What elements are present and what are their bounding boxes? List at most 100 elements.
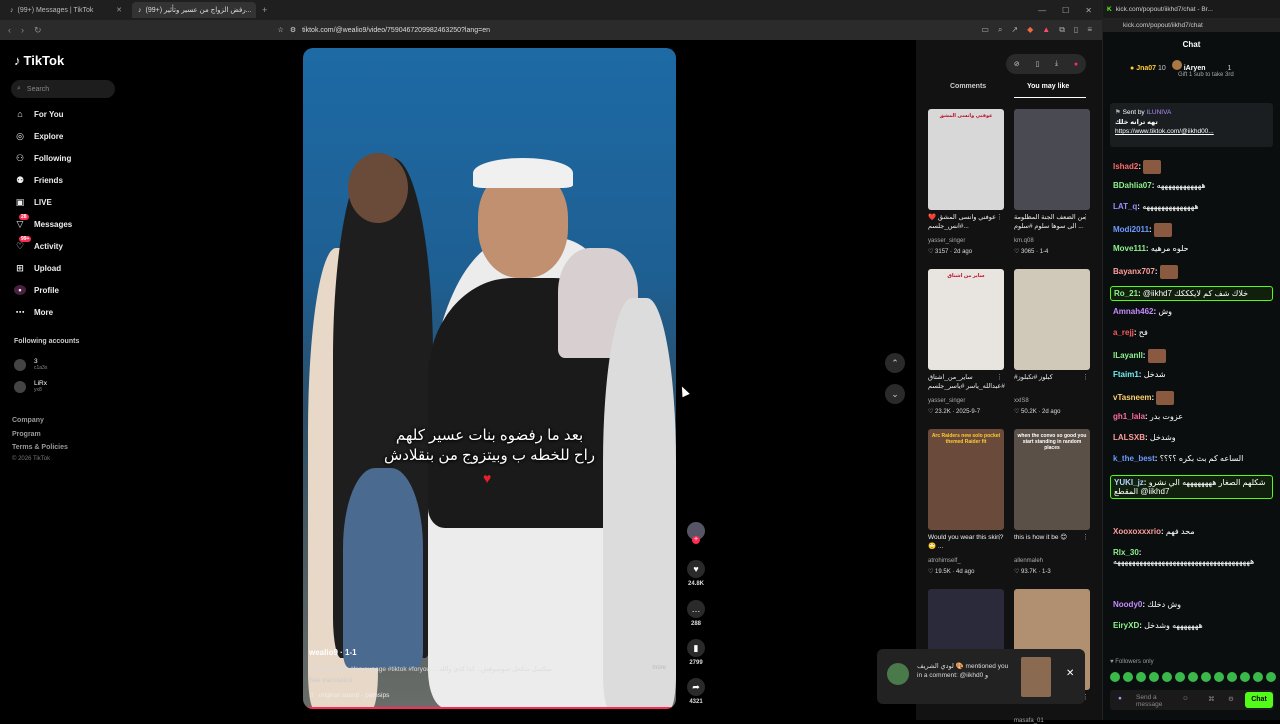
- pinned-message[interactable]: ⚑ Sent by ILUNIVA تهه ترانه خلك https://…: [1110, 103, 1273, 147]
- nav-messages[interactable]: ▽28Messages: [14, 219, 72, 230]
- video-thumbnail[interactable]: [1014, 109, 1090, 210]
- chat-username[interactable]: LALSXB: [1113, 433, 1145, 442]
- chat-message[interactable]: lshad2:: [1113, 160, 1161, 174]
- emote-icon[interactable]: [1227, 672, 1237, 682]
- nav-activity[interactable]: ♡99+Activity: [14, 241, 63, 252]
- nav-more[interactable]: ⋯More: [14, 307, 53, 318]
- emoji-icon[interactable]: ☺: [1182, 695, 1189, 702]
- following-account[interactable]: LiRxyx8: [14, 380, 47, 393]
- tab-comments[interactable]: Comments: [950, 83, 986, 90]
- video-thumbnail[interactable]: عوفني وانسى المشق: [928, 109, 1004, 210]
- video-author[interactable]: masafa_01: [1014, 718, 1044, 724]
- chat-username[interactable]: gh1_lala: [1113, 412, 1145, 421]
- sidebar-toggle-icon[interactable]: ▯: [1074, 25, 1078, 35]
- url-text[interactable]: tiktok.com/@wealio9/video/75904672099824…: [302, 27, 490, 34]
- video-sound[interactable]: ♫original sound - pamsips: [309, 692, 389, 699]
- forward-icon[interactable]: ›: [21, 25, 24, 36]
- minimize-icon[interactable]: —: [1038, 6, 1046, 15]
- nav-profile[interactable]: •Profile: [14, 285, 59, 295]
- emote-icon[interactable]: [1214, 672, 1224, 682]
- more-options-icon[interactable]: ⋮: [996, 533, 1003, 541]
- chat-username[interactable]: Modi2011: [1113, 225, 1149, 234]
- following-account[interactable]: 3c1a3s: [14, 358, 47, 371]
- browser-tab-messages[interactable]: ♪ (99+) Messages | TikTok ✕: [4, 2, 128, 18]
- chat-message[interactable]: Amnah462: وش: [1113, 307, 1172, 316]
- back-icon[interactable]: ‹: [8, 25, 11, 36]
- nav-for-you[interactable]: ⌂For You: [14, 109, 63, 119]
- chat-username[interactable]: Move111: [1113, 244, 1146, 253]
- chat-username[interactable]: LAT_q: [1113, 202, 1137, 211]
- chat-username[interactable]: Xooxoxxxrio: [1113, 527, 1161, 536]
- brave-rewards-icon[interactable]: ▲: [1042, 25, 1050, 35]
- chat-message[interactable]: EiryXD: هههههههه وشدخل: [1113, 621, 1203, 630]
- creator-avatar-button[interactable]: +: [683, 522, 709, 544]
- comment-button[interactable]: …288: [683, 600, 709, 627]
- video-player[interactable]: بعد ما رفضوه بنات عسير كلهم راح للخطه ب …: [303, 48, 676, 709]
- emote-icon[interactable]: [1162, 672, 1172, 682]
- emote-icon[interactable]: [1201, 672, 1211, 682]
- brave-shield-icon[interactable]: ◆: [1027, 25, 1033, 35]
- more-options-icon[interactable]: ⋮: [1082, 213, 1089, 221]
- search-input[interactable]: ⌕ Search: [11, 80, 115, 98]
- emote-icon[interactable]: [1188, 672, 1198, 682]
- close-window-icon[interactable]: ✕: [1085, 6, 1092, 15]
- chat-username[interactable]: YUKI_jz: [1114, 478, 1144, 487]
- chat-username[interactable]: k_the_best: [1113, 454, 1155, 463]
- chat-username[interactable]: lshad2: [1113, 162, 1138, 171]
- chat-message[interactable]: lLayanll:: [1113, 349, 1166, 363]
- tiktok-logo[interactable]: ♪ TikTok: [14, 53, 64, 68]
- emote-icon[interactable]: [1110, 672, 1120, 682]
- like-button[interactable]: ♥24.8K: [683, 560, 709, 587]
- more-link[interactable]: more: [652, 665, 666, 671]
- emote-icon[interactable]: [1240, 672, 1250, 682]
- chat-username[interactable]: EiryXD: [1113, 621, 1139, 630]
- zoom-icon[interactable]: ⌕: [998, 25, 1002, 35]
- download-icon[interactable]: ⤓: [1055, 60, 1058, 68]
- video-thumbnail[interactable]: [1014, 269, 1090, 370]
- footer-program[interactable]: Program: [12, 431, 41, 438]
- more-options-icon[interactable]: ⋮: [996, 373, 1003, 381]
- emote-icon[interactable]: [1266, 672, 1276, 682]
- chat-username[interactable]: Rlx_30: [1113, 548, 1139, 557]
- nav-live[interactable]: ▣LIVE: [14, 197, 52, 208]
- video-progress-bar[interactable]: [303, 707, 676, 709]
- chat-username[interactable]: lLayanll: [1113, 351, 1143, 360]
- chat-message[interactable]: Move111: حلوه مرهيه: [1113, 244, 1189, 253]
- share-page-icon[interactable]: ↗: [1011, 25, 1018, 35]
- nav-friends[interactable]: ⚉Friends: [14, 175, 63, 186]
- chat-message[interactable]: BDahlia07: ههههههههههههه: [1113, 181, 1206, 190]
- settings-icon[interactable]: ⚙: [1228, 695, 1234, 703]
- save-button[interactable]: ▮2799: [683, 639, 709, 666]
- chat-message[interactable]: YUKI_jz: شكلهم الصغار ههههههههه الي نشرو…: [1110, 475, 1273, 499]
- share-button[interactable]: ➦4321: [683, 678, 709, 705]
- menu-icon[interactable]: ≡: [1087, 25, 1092, 35]
- pinned-user[interactable]: ILUNIVA: [1147, 109, 1172, 116]
- next-video-button[interactable]: ⌄: [885, 384, 905, 404]
- chat-username[interactable]: Noody0: [1113, 600, 1142, 609]
- emote-icon[interactable]: [1175, 672, 1185, 682]
- close-icon[interactable]: ✕: [1066, 668, 1074, 679]
- tab-you-may-like[interactable]: You may like: [1027, 83, 1069, 90]
- cast-icon[interactable]: ▭: [981, 25, 989, 35]
- maximize-icon[interactable]: ☐: [1062, 6, 1069, 15]
- top-gifter-2[interactable]: iAryen: [1184, 65, 1206, 72]
- close-tab-icon[interactable]: ✕: [116, 6, 122, 14]
- mention-notification[interactable]: لودي الشريف 🎨 mentioned you in a comment…: [877, 649, 1085, 704]
- chat-message[interactable]: Bayanx707:: [1113, 265, 1178, 279]
- chat-username[interactable]: Ro_21: [1114, 289, 1138, 298]
- video-thumbnail[interactable]: Arc Raiders new solo pocket themed Raide…: [928, 429, 1004, 530]
- nav-upload[interactable]: ⊞Upload: [14, 263, 61, 274]
- video-username[interactable]: wealio9 · 1-1: [309, 648, 357, 657]
- previous-video-button[interactable]: ⌃: [885, 353, 905, 373]
- extensions-icon[interactable]: ⧉: [1059, 25, 1065, 35]
- emote-icon[interactable]: [1149, 672, 1159, 682]
- chat-message[interactable]: Modi2011:: [1113, 223, 1172, 237]
- chat-username[interactable]: vTasneem: [1113, 393, 1152, 402]
- emote-icon[interactable]: [1253, 672, 1263, 682]
- pinned-link[interactable]: https://www.tiktok.com/@iikhd00...: [1115, 128, 1268, 135]
- chat-message[interactable]: Noody0: وش دخلك: [1113, 600, 1181, 609]
- nav-explore[interactable]: ◎Explore: [14, 131, 63, 142]
- footer-company[interactable]: Company: [12, 417, 44, 424]
- video-author[interactable]: allenmaleh: [1014, 558, 1043, 564]
- emote-icon[interactable]: [1136, 672, 1146, 682]
